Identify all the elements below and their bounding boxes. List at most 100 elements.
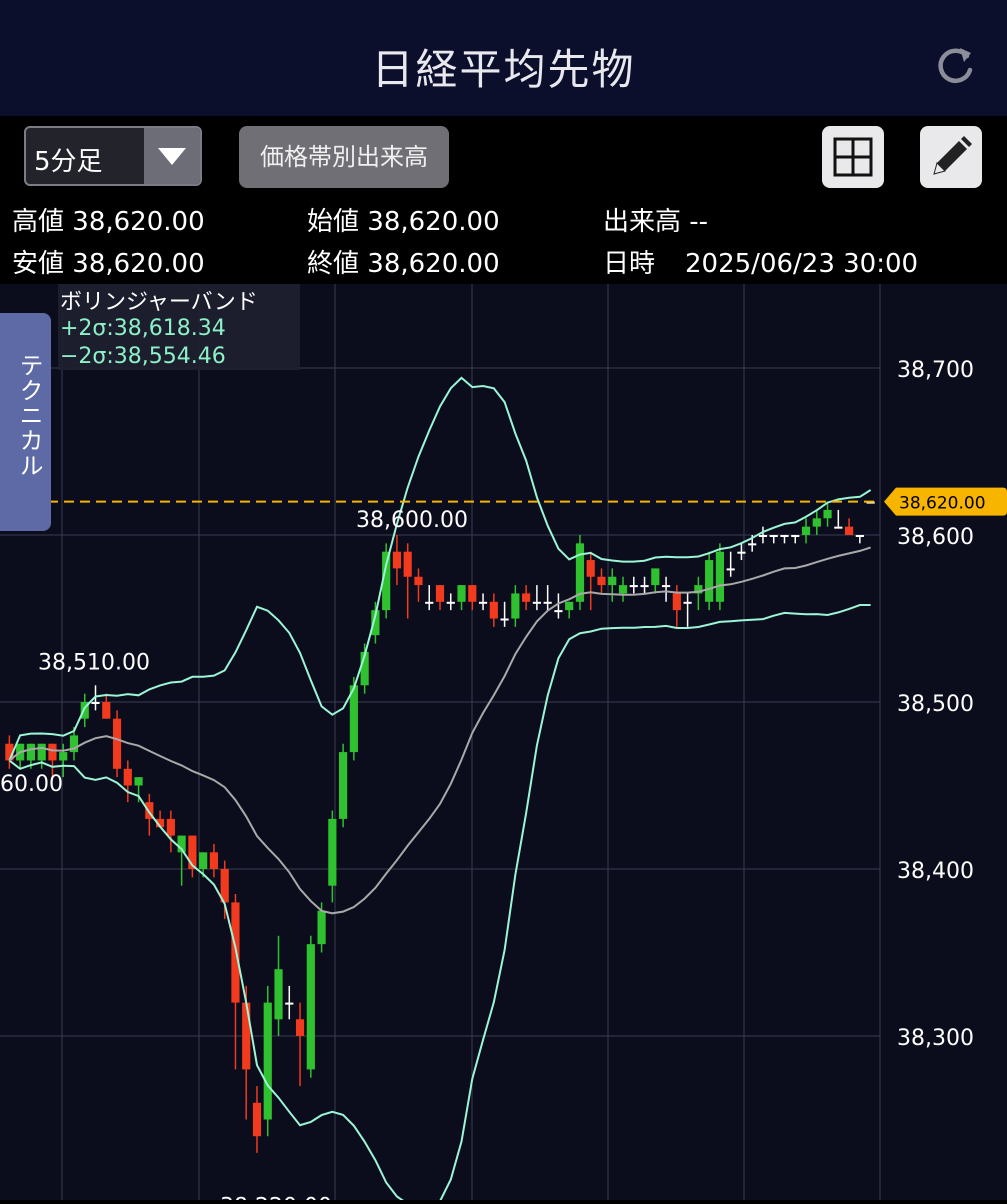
- close-value: 38,620.00: [367, 249, 500, 279]
- candle-body: [844, 526, 854, 535]
- high-label: 高値: [12, 207, 65, 237]
- volume-label: 出来高: [603, 207, 682, 237]
- candle-body: [801, 526, 811, 535]
- timeframe-select[interactable]: 5分足: [24, 126, 202, 186]
- candle-body: [392, 551, 402, 569]
- candle-body: [166, 818, 175, 836]
- candle-body: [608, 576, 617, 586]
- y-axis-tick-label: 38,600: [897, 525, 974, 550]
- candle-body: [414, 576, 423, 586]
- candle-body: [532, 601, 541, 604]
- candle-body: [59, 752, 68, 761]
- candle-body: [295, 1019, 305, 1036]
- chevron-down-icon[interactable]: [144, 128, 200, 184]
- candle-body: [748, 543, 757, 546]
- candle-body: [435, 585, 445, 602]
- candle-body: [134, 777, 143, 786]
- draw-button[interactable]: [920, 126, 982, 188]
- candle-body: [317, 910, 326, 945]
- close-label: 終値: [307, 249, 360, 279]
- legend-title: ボリンジャーバンド: [60, 290, 258, 315]
- candle-body: [468, 585, 477, 602]
- candle-body: [834, 526, 843, 529]
- candle-body: [683, 601, 692, 604]
- candle-body: [91, 702, 100, 704]
- candle-body: [823, 509, 832, 519]
- high-info: 高値 38,620.00: [12, 201, 205, 238]
- candle-body: [618, 585, 628, 594]
- datetime-label: 日時: [603, 249, 656, 279]
- candle-body: [661, 585, 671, 588]
- volume-profile-button[interactable]: 価格帯別出来高: [239, 126, 449, 188]
- candle-body: [705, 560, 714, 602]
- candle-body: [242, 1002, 251, 1070]
- close-info: 終値 38,620.00: [307, 243, 500, 280]
- technical-tab[interactable]: テクニカル: [0, 313, 51, 531]
- legend-lower: −2σ:38,554.46: [60, 344, 226, 369]
- candle-body: [403, 551, 412, 577]
- candle-body: [263, 1002, 272, 1120]
- price-annotation: 38,600.00: [356, 508, 468, 533]
- grid-icon: [833, 137, 873, 177]
- candle-body: [554, 610, 563, 613]
- candle-body: [457, 585, 466, 602]
- candle-body: [478, 601, 488, 604]
- page-title: 日経平均先物: [371, 45, 636, 94]
- candle-body: [446, 601, 455, 604]
- y-axis-tick-label: 38,300: [897, 1026, 974, 1051]
- candle-body: [586, 560, 595, 577]
- technical-tab-label: テクニカル: [15, 353, 43, 478]
- candle-body: [565, 601, 574, 611]
- candle-body: [651, 568, 660, 586]
- candle-body: [715, 551, 724, 602]
- candle-body: [26, 743, 36, 761]
- pencil-icon: [933, 136, 972, 175]
- candle-body: [500, 618, 509, 621]
- candle-body: [726, 568, 735, 571]
- candle-body: [758, 535, 768, 537]
- candle-body: [199, 852, 208, 869]
- candle-body: [209, 852, 219, 869]
- open-value: 38,620.00: [367, 207, 500, 237]
- candle-body: [306, 944, 315, 1070]
- candle-body: [791, 535, 800, 537]
- candle-body: [855, 535, 864, 537]
- candle-body: [780, 535, 789, 537]
- candle-body: [543, 601, 552, 604]
- price-annotation: 38,510.00: [38, 650, 150, 675]
- volume-value: --: [689, 207, 709, 237]
- candle-body: [812, 518, 821, 527]
- candle-body: [629, 585, 638, 588]
- candle-body: [489, 601, 498, 619]
- candle-body: [769, 535, 778, 537]
- y-axis-tick-label: 38,500: [897, 692, 974, 717]
- candle-body: [597, 576, 606, 586]
- datetime-value: 2025/06/23 30:00: [685, 249, 919, 279]
- open-label: 始値: [307, 207, 360, 237]
- candle-body: [252, 1102, 262, 1137]
- candle-body: [123, 768, 132, 786]
- chart-area[interactable]: 38,300 38,400 38,500 38,600 38,700 38,620.00 3…: [0, 284, 1007, 1204]
- candle-body: [285, 1002, 294, 1005]
- timeframe-value: 5分足: [34, 147, 103, 177]
- candle-body: [102, 702, 111, 719]
- candle-body: [425, 601, 434, 604]
- high-value: 38,620.00: [72, 207, 205, 237]
- layout-button[interactable]: [822, 126, 884, 188]
- refresh-icon[interactable]: [933, 44, 977, 88]
- bollinger-legend: ボリンジャーバンド +2σ:38,618.34 −2σ:38,554.46: [58, 284, 300, 370]
- candle-body: [112, 718, 122, 769]
- open-info: 始値 38,620.00: [307, 201, 500, 238]
- price-annotation: 38,220.00: [220, 1195, 332, 1200]
- legend-upper: +2σ:38,618.34: [60, 316, 226, 341]
- candle-body: [511, 593, 520, 619]
- y-axis-tick-label: 38,700: [897, 358, 974, 383]
- bollinger-upper-line: [8, 376, 872, 761]
- volume-info: 出来高 --: [603, 201, 708, 238]
- candle-body: [737, 551, 746, 554]
- candlestick-chart[interactable]: 38,300 38,400 38,500 38,600 38,700 38,620.00 3…: [0, 284, 1007, 1204]
- candle-body: [48, 743, 57, 761]
- candle-body: [37, 743, 46, 761]
- app-header: 日経平均先物: [0, 0, 1007, 116]
- candle-body: [274, 969, 283, 1020]
